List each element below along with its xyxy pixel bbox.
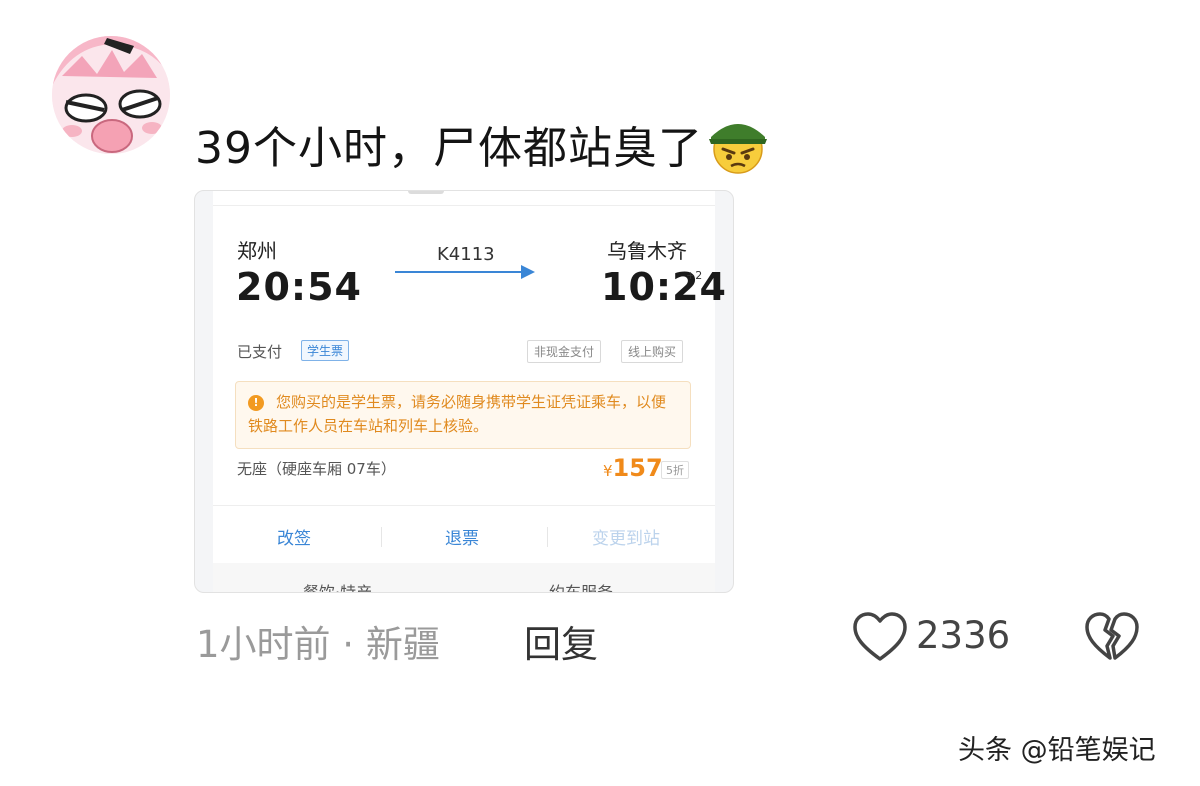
notice-text: 您购买的是学生票，请务必随身携带学生证凭证乘车，以便铁路工作人员在车站和列车上核… <box>248 393 667 435</box>
user-avatar[interactable] <box>52 36 170 154</box>
student-notice: ! 您购买的是学生票，请务必随身携带学生证凭证乘车，以便铁路工作人员在车站和列车… <box>235 381 691 449</box>
like-count: 2336 <box>916 614 1011 657</box>
change-ticket-button[interactable]: 改签 <box>277 524 311 549</box>
broken-heart-icon[interactable] <box>1084 612 1140 664</box>
refund-button[interactable]: 退票 <box>445 524 479 549</box>
train-number: K4113 <box>437 244 495 265</box>
divider <box>213 505 715 506</box>
reply-button[interactable]: 回复 <box>524 614 598 668</box>
car-service-link[interactable]: 约车服务 <box>549 579 613 592</box>
from-city: 郑州 <box>237 239 277 263</box>
ticket-screenshot[interactable]: 郑州 20:54 K4113 乌鲁木齐 10:24 +2 已支付 学生票 非现金… <box>194 190 734 593</box>
catering-link[interactable]: 餐饮·特产 <box>303 579 372 592</box>
discount-badge: 5折 <box>661 461 689 479</box>
currency-symbol: ¥ <box>603 462 613 480</box>
heart-icon[interactable] <box>852 612 908 664</box>
to-city: 乌鲁木齐 <box>607 239 687 263</box>
drag-handle <box>408 191 444 194</box>
arrow-right-icon <box>521 265 535 279</box>
change-destination-button[interactable]: 变更到站 <box>592 524 660 549</box>
divider <box>381 527 382 547</box>
student-ticket-tag: 学生票 <box>301 340 350 361</box>
angry-soldier-emoji-icon <box>707 113 769 175</box>
route-arrow-line <box>395 271 525 273</box>
seat-info: 无座（硬座车厢 07车） <box>237 460 396 478</box>
watermark: 头条 @铅笔娱记 <box>958 735 1156 766</box>
tag-online: 线上购买 <box>621 340 684 363</box>
ticket-price: ¥157 <box>603 454 663 482</box>
divider <box>547 527 548 547</box>
day-offset: +2 <box>686 269 703 282</box>
tag-noncash: 非现金支付 <box>527 340 602 363</box>
comment-body: 39个小时，尸体都站臭了 <box>195 123 703 174</box>
depart-time: 20:54 <box>236 265 362 309</box>
arrive-time: 10:24 <box>601 265 727 309</box>
payment-status: 已支付 <box>237 343 283 361</box>
ticket-card: 郑州 20:54 K4113 乌鲁木齐 10:24 +2 已支付 学生票 非现金… <box>213 191 726 592</box>
comment-meta: 1小时前 · 新疆 <box>196 623 440 666</box>
price-value: 157 <box>612 454 663 482</box>
bottom-service-bar <box>213 563 715 592</box>
comment-text: 39个小时，尸体都站臭了 <box>195 112 769 176</box>
divider <box>213 205 715 206</box>
